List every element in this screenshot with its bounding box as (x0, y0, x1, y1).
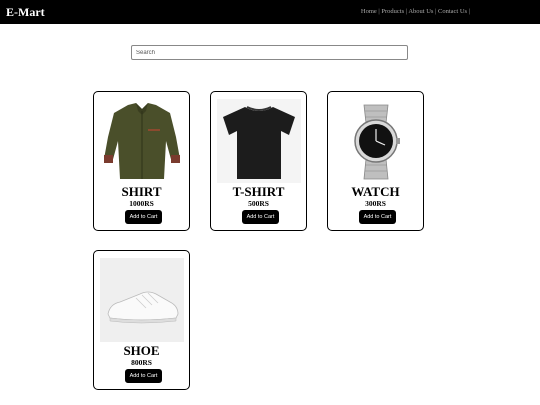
nav-link-home[interactable]: Home (361, 8, 377, 15)
add-to-cart-button[interactable]: Add to Cart (125, 369, 162, 383)
navbar: E-Mart Home | Products | About Us | Cont… (0, 0, 540, 24)
product-name: SHIRT (121, 184, 162, 199)
nav-separator: | (378, 8, 380, 15)
nav-separator: | (435, 8, 437, 15)
nav-link-products[interactable]: Products (381, 8, 404, 15)
nav-links: Home | Products | About Us | Contact Us … (361, 8, 470, 15)
product-card-shirt: SHIRT 1000RS Add to Cart (93, 91, 190, 231)
nav-separator: | (405, 8, 408, 15)
add-to-cart-button[interactable]: Add to Cart (242, 210, 279, 224)
nav-link-contact[interactable]: Contact Us (438, 8, 467, 15)
tshirt-image (217, 99, 301, 183)
add-to-cart-button[interactable]: Add to Cart (359, 210, 396, 224)
product-name: SHOE (123, 343, 160, 358)
watch-image (334, 99, 418, 183)
product-name: WATCH (351, 184, 400, 199)
product-name: T-SHIRT (232, 184, 285, 199)
product-price: 1000RS (129, 199, 154, 208)
shirt-image (100, 99, 184, 183)
shoe-image (100, 258, 184, 342)
product-price: 800RS (131, 358, 152, 367)
product-price: 300RS (365, 199, 386, 208)
add-to-cart-button[interactable]: Add to Cart (125, 210, 162, 224)
nav-separator: | (468, 8, 470, 15)
brand-logo[interactable]: E-Mart (6, 5, 45, 20)
product-card-watch: WATCH 300RS Add to Cart (327, 91, 424, 231)
product-price: 500RS (248, 199, 269, 208)
nav-link-about[interactable]: About Us (408, 8, 433, 15)
product-card-shoe: SHOE 800RS Add to Cart (93, 250, 190, 390)
product-card-tshirt: T-SHIRT 500RS Add to Cart (210, 91, 307, 231)
search-input[interactable] (131, 45, 408, 60)
